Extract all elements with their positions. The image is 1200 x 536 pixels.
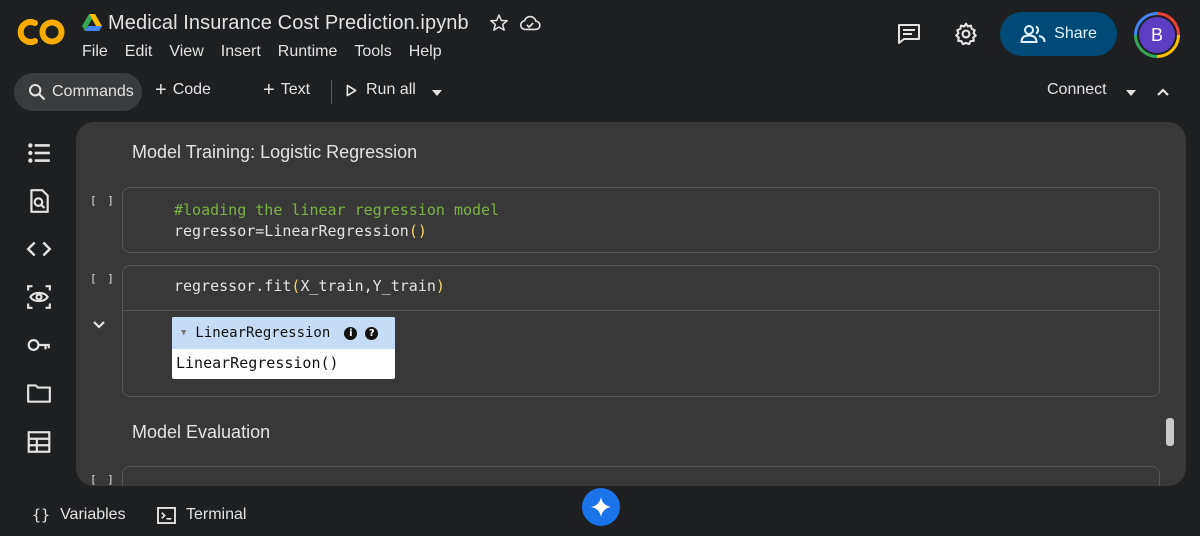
output-divider bbox=[123, 310, 1159, 311]
gemini-button[interactable] bbox=[582, 488, 620, 526]
notebook-panel: Model Training: Logistic Regression [ ] … bbox=[76, 122, 1186, 486]
estimator-name: LinearRegression bbox=[195, 325, 331, 341]
table-of-contents-icon[interactable] bbox=[26, 140, 52, 166]
title-row: Medical Insurance Cost Prediction.ipynb bbox=[82, 10, 541, 36]
estimator-header[interactable]: ▼ LinearRegression i ? bbox=[172, 317, 395, 349]
menu-runtime[interactable]: Runtime bbox=[278, 43, 338, 61]
code-paren: ) bbox=[435, 277, 445, 295]
colab-logo[interactable] bbox=[16, 14, 66, 50]
left-sidebar bbox=[0, 118, 76, 490]
variables-button[interactable]: {} Variables bbox=[32, 506, 126, 524]
cloud-saved-icon[interactable] bbox=[519, 13, 541, 33]
run-cell-button[interactable]: [ ] bbox=[90, 272, 116, 285]
scrollbar-thumb[interactable] bbox=[1166, 418, 1174, 446]
add-text-button[interactable]: + Text bbox=[263, 79, 311, 101]
avatar-initial: B bbox=[1137, 15, 1177, 55]
code-text: regressor.fit bbox=[174, 277, 292, 295]
braces-icon: {} bbox=[32, 506, 51, 524]
code-label: Code bbox=[172, 81, 211, 98]
code-text: regressor=LinearRegression bbox=[174, 222, 409, 240]
variables-label: Variables bbox=[60, 506, 126, 523]
estimator-output[interactable]: ▼ LinearRegression i ? LinearRegression(… bbox=[172, 317, 395, 379]
run-cell-button[interactable]: [ ] bbox=[90, 194, 116, 207]
commands-label: Commands bbox=[52, 83, 134, 100]
share-label: Share bbox=[1054, 25, 1097, 42]
run-all-label: Run all bbox=[366, 81, 416, 98]
code-cell-1[interactable]: #loading the linear regression model reg… bbox=[122, 187, 1160, 253]
code-paren: () bbox=[408, 222, 427, 240]
code-line: regressor=LinearRegression() bbox=[174, 222, 427, 240]
variable-inspector-icon[interactable] bbox=[26, 284, 52, 310]
code-comment: #loading the linear regression model bbox=[174, 201, 500, 219]
people-icon bbox=[1020, 25, 1046, 43]
folder-icon[interactable] bbox=[26, 380, 52, 406]
star-icon[interactable] bbox=[489, 13, 509, 33]
play-icon bbox=[346, 84, 357, 96]
data-table-icon[interactable] bbox=[26, 429, 52, 455]
collapse-output-chevron-icon[interactable] bbox=[92, 320, 106, 330]
terminal-icon bbox=[157, 506, 176, 524]
disclosure-triangle-icon[interactable]: ▼ bbox=[181, 328, 186, 338]
connect-label: Connect bbox=[1047, 81, 1107, 98]
menu-file[interactable]: File bbox=[82, 43, 108, 61]
help-icon[interactable]: ? bbox=[365, 326, 379, 340]
code-cell-2[interactable]: regressor.fit(X_train,Y_train) ▼ LinearR… bbox=[122, 265, 1160, 397]
menu-bar: File Edit View Insert Runtime Tools Help bbox=[82, 43, 459, 61]
chevron-down-icon[interactable] bbox=[431, 89, 443, 97]
share-button[interactable]: Share bbox=[1000, 12, 1117, 56]
menu-insert[interactable]: Insert bbox=[221, 43, 261, 61]
account-avatar[interactable]: B bbox=[1134, 12, 1180, 58]
chevron-up-icon[interactable] bbox=[1156, 87, 1170, 97]
connect-button[interactable]: Connect bbox=[1047, 81, 1107, 99]
plus-icon: + bbox=[263, 79, 275, 101]
search-icon bbox=[29, 84, 46, 101]
section-title-evaluation: Model Evaluation bbox=[132, 422, 271, 442]
code-line-comment: #loading the linear regression model bbox=[174, 201, 499, 219]
comments-icon[interactable] bbox=[896, 22, 922, 46]
notebook-toolbar: Commands + Code + Text Run all Connect bbox=[0, 70, 1200, 166]
chevron-down-icon[interactable] bbox=[1125, 89, 1137, 97]
menu-tools[interactable]: Tools bbox=[354, 43, 391, 61]
menu-help[interactable]: Help bbox=[409, 43, 442, 61]
code-snippets-icon[interactable] bbox=[26, 236, 52, 262]
code-args: X_train,Y_train bbox=[300, 277, 436, 295]
plus-icon: + bbox=[155, 79, 167, 101]
app-header: Medical Insurance Cost Prediction.ipynb … bbox=[0, 0, 1200, 70]
google-drive-icon bbox=[82, 14, 102, 31]
code-line: regressor.fit(X_train,Y_train) bbox=[174, 277, 445, 295]
menu-view[interactable]: View bbox=[169, 43, 203, 61]
menu-edit[interactable]: Edit bbox=[125, 43, 153, 61]
add-code-button[interactable]: + Code bbox=[155, 79, 211, 101]
terminal-button[interactable]: Terminal bbox=[157, 506, 246, 524]
section-title-training: Model Training: Logistic Regression bbox=[132, 142, 418, 162]
text-label: Text bbox=[280, 81, 311, 98]
commands-button[interactable]: Commands bbox=[14, 73, 142, 111]
run-cell-button[interactable]: [ ] bbox=[90, 473, 116, 486]
notebook-title[interactable]: Medical Insurance Cost Prediction.ipynb bbox=[108, 12, 469, 35]
find-replace-icon[interactable] bbox=[26, 188, 52, 214]
sparkle-icon bbox=[590, 496, 612, 518]
run-all-button[interactable]: Run all bbox=[346, 81, 416, 99]
key-icon[interactable] bbox=[26, 332, 52, 358]
toolbar-divider bbox=[331, 80, 332, 104]
info-icon[interactable]: i bbox=[344, 326, 358, 340]
code-cell-3[interactable] bbox=[122, 466, 1160, 486]
estimator-body: LinearRegression() bbox=[176, 354, 339, 372]
terminal-label: Terminal bbox=[186, 506, 247, 523]
gear-icon[interactable] bbox=[953, 21, 979, 47]
